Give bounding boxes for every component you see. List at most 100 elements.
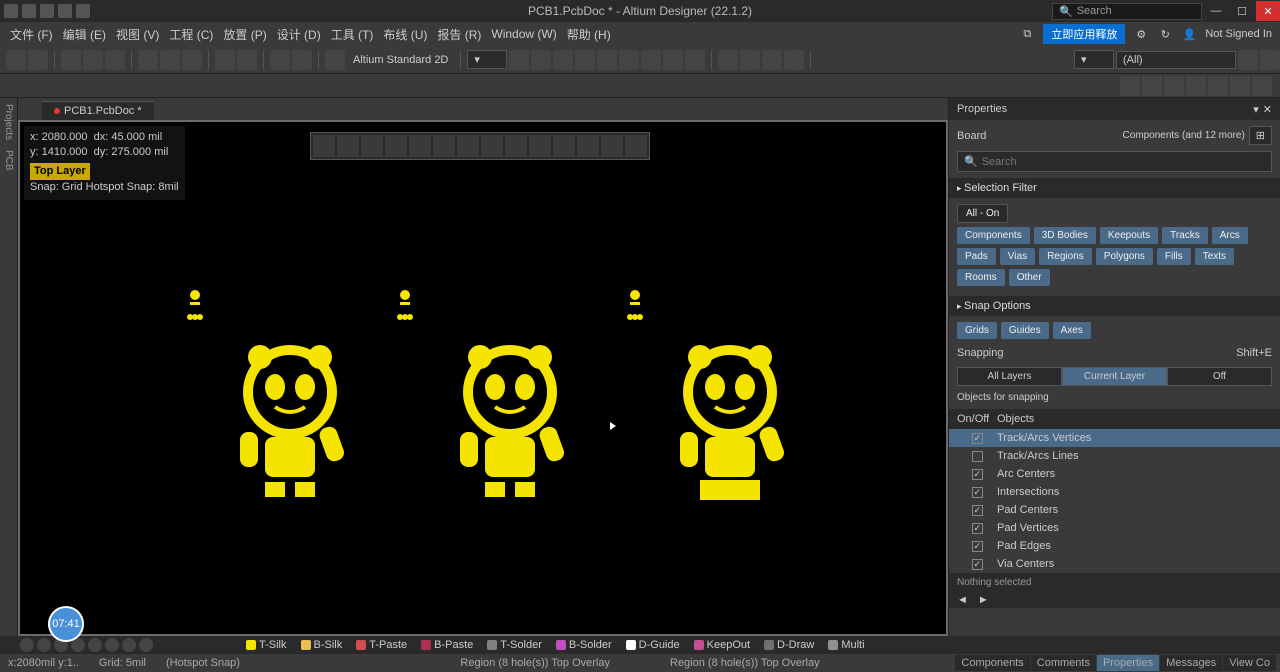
tool-redo[interactable] xyxy=(292,50,312,70)
lt-icon[interactable] xyxy=(20,638,34,652)
snap-object-row[interactable]: Pad Edges xyxy=(949,537,1280,555)
lt-icon[interactable] xyxy=(139,638,153,652)
release-banner[interactable]: 立即应用释放 xyxy=(1043,24,1125,44)
layer-tab-keepout[interactable]: KeepOut xyxy=(688,638,756,652)
filter-pill-tracks[interactable]: Tracks xyxy=(1162,227,1208,244)
checkbox[interactable] xyxy=(972,505,983,516)
view-btn2[interactable] xyxy=(1142,76,1162,96)
close-button[interactable]: ✕ xyxy=(1256,1,1280,21)
ab-text-icon[interactable] xyxy=(577,135,599,157)
checkbox[interactable] xyxy=(972,541,983,552)
tool-snap[interactable] xyxy=(237,50,257,70)
ab-meas-icon[interactable] xyxy=(553,135,575,157)
panel-close-icon[interactable]: ✕ xyxy=(1263,103,1272,116)
tool-via[interactable] xyxy=(531,50,551,70)
filter-pill-texts[interactable]: Texts xyxy=(1195,248,1234,265)
ab-filter-icon[interactable] xyxy=(313,135,335,157)
tool-copy[interactable] xyxy=(138,50,158,70)
snap-object-row[interactable]: Via Centers xyxy=(949,555,1280,573)
checkbox[interactable] xyxy=(972,451,983,462)
layer-tab-b-silk[interactable]: B-Silk xyxy=(295,638,349,652)
tool-select[interactable] xyxy=(83,50,103,70)
menu-help[interactable]: 帮助 (H) xyxy=(563,23,615,46)
sync-icon[interactable]: ↻ xyxy=(1157,26,1173,42)
ab-more-icon[interactable] xyxy=(625,135,647,157)
tool-undo[interactable] xyxy=(270,50,290,70)
ab-line-icon[interactable] xyxy=(601,135,623,157)
tool-grid[interactable] xyxy=(215,50,235,70)
tool-string[interactable] xyxy=(762,50,782,70)
timer-bubble[interactable]: 07:41 xyxy=(48,606,84,642)
layer-tab-t-silk[interactable]: T-Silk xyxy=(240,638,293,652)
tool-paste[interactable] xyxy=(160,50,180,70)
tool-text[interactable] xyxy=(619,50,639,70)
layer-tab-b-paste[interactable]: B-Paste xyxy=(415,638,479,652)
checkbox[interactable] xyxy=(972,433,983,444)
layer-tab-t-solder[interactable]: T-Solder xyxy=(481,638,548,652)
menu-file[interactable]: 文件 (F) xyxy=(6,23,57,46)
qa-icon[interactable] xyxy=(22,4,36,18)
menu-route[interactable]: 布线 (U) xyxy=(379,23,431,46)
qa-icon[interactable] xyxy=(58,4,72,18)
panel-tab-comments[interactable]: Comments xyxy=(1031,655,1096,671)
snap-object-row[interactable]: Intersections xyxy=(949,483,1280,501)
layer-tab-d-guide[interactable]: D-Guide xyxy=(620,638,686,652)
ab-layer-icon[interactable] xyxy=(529,135,551,157)
rail-projects[interactable]: Projects xyxy=(3,104,14,140)
checkbox[interactable] xyxy=(972,487,983,498)
view-btn4[interactable] xyxy=(1186,76,1206,96)
tool-lightning[interactable] xyxy=(325,50,345,70)
filter-pill-pads[interactable]: Pads xyxy=(957,248,996,265)
lt-icon[interactable] xyxy=(122,638,136,652)
net-filter-dropdown[interactable]: (All) xyxy=(1116,51,1236,69)
ab-route-icon[interactable] xyxy=(457,135,479,157)
tool-move[interactable] xyxy=(105,50,125,70)
selection-filter-header[interactable]: Selection Filter xyxy=(949,178,1280,198)
tool-filter2[interactable] xyxy=(1260,50,1280,70)
snap-object-row[interactable]: Arc Centers xyxy=(949,465,1280,483)
panel-nav-left-icon[interactable]: ◄ xyxy=(953,594,972,606)
checkbox[interactable] xyxy=(972,469,983,480)
tool-dim[interactable] xyxy=(685,50,705,70)
tool-pad[interactable] xyxy=(553,50,573,70)
layer-tab-d-draw[interactable]: D-Draw xyxy=(758,638,820,652)
tool-zoom[interactable] xyxy=(61,50,81,70)
tool-save[interactable] xyxy=(28,50,48,70)
layer-tab-t-paste[interactable]: T-Paste xyxy=(350,638,413,652)
filter-pill-components[interactable]: Components xyxy=(957,227,1030,244)
snap-object-row[interactable]: Pad Centers xyxy=(949,501,1280,519)
qa-icon[interactable] xyxy=(4,4,18,18)
minimize-button[interactable]: — xyxy=(1204,1,1228,21)
snap-seg-all-layers[interactable]: All Layers xyxy=(957,367,1062,386)
filter-pill-rooms[interactable]: Rooms xyxy=(957,269,1005,286)
snap-seg-off[interactable]: Off xyxy=(1167,367,1272,386)
tool-poly[interactable] xyxy=(597,50,617,70)
tool-keepout[interactable] xyxy=(740,50,760,70)
tool-arc[interactable] xyxy=(663,50,683,70)
filter-pill-fills[interactable]: Fills xyxy=(1157,248,1191,265)
tool-cut[interactable] xyxy=(182,50,202,70)
lt-icon[interactable] xyxy=(105,638,119,652)
tool-fill[interactable] xyxy=(575,50,595,70)
snap-object-row[interactable]: Track/Arcs Lines xyxy=(949,447,1280,465)
checkbox[interactable] xyxy=(972,523,983,534)
snap-seg-current-layer[interactable]: Current Layer xyxy=(1062,367,1167,386)
view-mode-label[interactable]: Altium Standard 2D xyxy=(347,54,454,66)
ab-bulb-icon[interactable] xyxy=(505,135,527,157)
qa-icon[interactable] xyxy=(40,4,54,18)
snap-pill-guides[interactable]: Guides xyxy=(1001,322,1049,339)
menu-edit[interactable]: 编辑 (E) xyxy=(59,23,110,46)
share-icon[interactable]: ⧉ xyxy=(1019,26,1035,42)
view-btn5[interactable] xyxy=(1208,76,1228,96)
panel-nav-right-icon[interactable]: ► xyxy=(974,594,993,606)
filter-toggle-button[interactable]: ⊞ xyxy=(1249,126,1272,145)
view-btn1[interactable] xyxy=(1120,76,1140,96)
filter-pill-vias[interactable]: Vias xyxy=(1000,248,1035,265)
all-on-button[interactable]: All - On xyxy=(957,204,1008,223)
menu-project[interactable]: 工程 (C) xyxy=(165,23,217,46)
panel-tab-view co[interactable]: View Co xyxy=(1223,655,1276,671)
menu-place[interactable]: 放置 (P) xyxy=(219,23,270,46)
menu-reports[interactable]: 报告 (R) xyxy=(433,23,485,46)
ab-via-icon[interactable] xyxy=(481,135,503,157)
lt-icon[interactable] xyxy=(88,638,102,652)
